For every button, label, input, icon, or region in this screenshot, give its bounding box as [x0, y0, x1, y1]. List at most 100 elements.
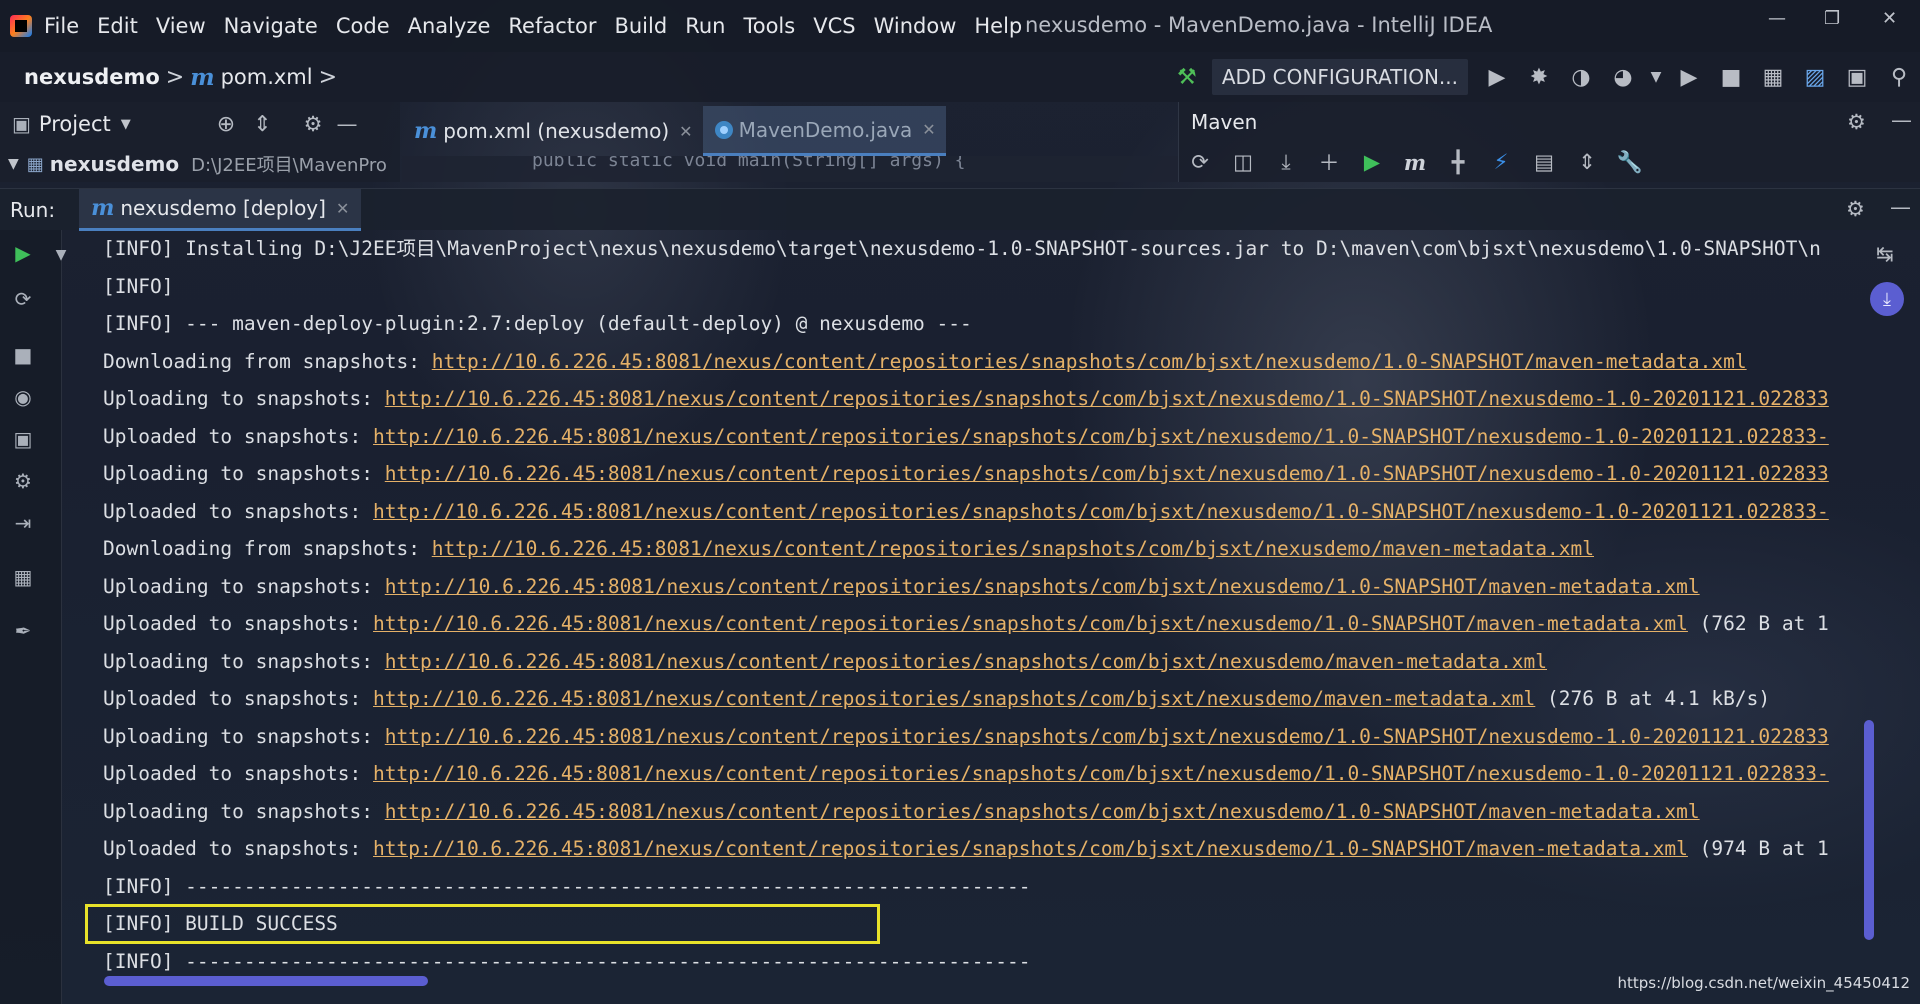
- horizontal-scrollbar[interactable]: [104, 976, 428, 986]
- gear-icon[interactable]: ⚙: [304, 112, 323, 136]
- console-link[interactable]: http://10.6.226.45:8081/nexus/content/re…: [373, 687, 1535, 710]
- console-link[interactable]: http://10.6.226.45:8081/nexus/content/re…: [385, 462, 1829, 485]
- run-tab-nexusdemo-deploy[interactable]: m nexusdemo [deploy] ✕: [79, 188, 362, 231]
- eye-icon[interactable]: ◉: [10, 384, 36, 410]
- download-icon[interactable]: ⤓: [1267, 145, 1305, 179]
- soft-wrap-icon[interactable]: ↹: [1876, 242, 1894, 266]
- chevron-down-icon[interactable]: ▼: [48, 242, 74, 268]
- menu-help[interactable]: Help: [974, 14, 1022, 38]
- editor-code-peek: public static void main(String[] args) {: [402, 156, 1178, 182]
- console-link[interactable]: http://10.6.226.45:8081/nexus/content/re…: [373, 762, 1829, 785]
- search-icon[interactable]: ⚲: [1881, 59, 1917, 95]
- console-link[interactable]: http://10.6.226.45:8081/nexus/content/re…: [385, 725, 1829, 748]
- restore-icon[interactable]: ❐: [1824, 8, 1840, 29]
- layout-icon[interactable]: ▦: [10, 564, 36, 590]
- console-line: [INFO] Installing D:\J2EE项目\MavenProject…: [90, 230, 1860, 268]
- run-icon[interactable]: ▶: [1353, 145, 1391, 179]
- console-link[interactable]: http://10.6.226.45:8081/nexus/content/re…: [373, 425, 1829, 448]
- hide-icon[interactable]: —: [1890, 195, 1911, 219]
- locate-icon[interactable]: ⊕: [217, 112, 235, 137]
- run-alt-icon[interactable]: ▶: [1671, 59, 1707, 95]
- toggle-offline-icon[interactable]: ╋: [1439, 145, 1477, 179]
- vertical-scrollbar[interactable]: [1864, 720, 1874, 940]
- console-link[interactable]: http://10.6.226.45:8081/nexus/content/re…: [373, 500, 1829, 523]
- menu-analyze[interactable]: Analyze: [408, 14, 491, 38]
- tree-project-name: nexusdemo: [49, 152, 180, 176]
- project-structure-icon[interactable]: ▦: [1755, 59, 1791, 95]
- console-link[interactable]: http://10.6.226.45:8081/nexus/content/re…: [432, 350, 1747, 373]
- gear-icon[interactable]: ⚙: [1846, 197, 1865, 221]
- console-text: [INFO] ---------------------------------…: [103, 949, 1031, 973]
- editor-tab-bar: m pom.xml (nexusdemo) ✕ MavenDemo.java ✕: [402, 102, 1178, 156]
- console-link[interactable]: http://10.6.226.45:8081/nexus/content/re…: [385, 650, 1547, 673]
- tab-mavendemo-java[interactable]: MavenDemo.java ✕: [702, 106, 946, 156]
- collapse-all-icon[interactable]: ⇕: [253, 112, 271, 137]
- login-icon[interactable]: ⇥: [10, 510, 36, 536]
- plus-icon[interactable]: ＋: [1310, 145, 1348, 179]
- close-icon[interactable]: ✕: [679, 122, 692, 141]
- stop-icon[interactable]: ■: [10, 342, 36, 368]
- reload-icon[interactable]: ⟳: [1181, 145, 1219, 179]
- console-link[interactable]: http://10.6.226.45:8081/nexus/content/re…: [373, 612, 1688, 635]
- chevron-down-icon[interactable]: ▼: [121, 117, 131, 132]
- close-icon[interactable]: ✕: [1882, 8, 1897, 29]
- menu-tools[interactable]: Tools: [743, 14, 795, 38]
- rerun-icon[interactable]: ▶: [10, 240, 36, 266]
- gear-icon[interactable]: ⚙: [1847, 110, 1866, 134]
- menu-view[interactable]: View: [156, 14, 206, 38]
- camera-icon[interactable]: ▣: [10, 426, 36, 452]
- breadcrumb-file[interactable]: pom.xml: [221, 65, 313, 89]
- menu-build[interactable]: Build: [614, 14, 667, 38]
- menu-file[interactable]: File: [44, 14, 79, 38]
- terminal-icon[interactable]: ▣: [1839, 59, 1875, 95]
- console-line: Uploading to snapshots: http://10.6.226.…: [90, 718, 1860, 756]
- console-link[interactable]: http://10.6.226.45:8081/nexus/content/re…: [385, 800, 1700, 823]
- console-text: Uploading to snapshots:: [103, 799, 385, 823]
- project-tree-root[interactable]: ▼ ▦ nexusdemo D:\J2EE项目\MavenPro: [0, 146, 400, 182]
- console-line: Uploaded to snapshots: http://10.6.226.4…: [90, 418, 1860, 456]
- rerun-failed-icon[interactable]: ⟳: [10, 286, 36, 312]
- show-dependencies-icon[interactable]: ▤: [1525, 145, 1563, 179]
- menu-window[interactable]: Window: [874, 14, 957, 38]
- menu-navigate[interactable]: Navigate: [224, 14, 318, 38]
- console-text: Uploaded to snapshots:: [103, 687, 374, 710]
- hide-icon[interactable]: —: [1891, 108, 1912, 132]
- console-link[interactable]: http://10.6.226.45:8081/nexus/content/re…: [385, 387, 1829, 410]
- console-link[interactable]: http://10.6.226.45:8081/nexus/content/re…: [373, 837, 1688, 860]
- menu-code[interactable]: Code: [336, 14, 390, 38]
- console-output[interactable]: [INFO] Installing D:\J2EE项目\MavenProject…: [90, 230, 1860, 990]
- console-link[interactable]: http://10.6.226.45:8081/nexus/content/re…: [432, 537, 1594, 560]
- maven-goal-icon[interactable]: m: [1396, 145, 1434, 179]
- menu-refactor[interactable]: Refactor: [508, 14, 596, 38]
- menu-vcs[interactable]: VCS: [813, 14, 855, 38]
- stop-icon[interactable]: ■: [1713, 59, 1749, 95]
- close-icon[interactable]: ✕: [922, 120, 935, 139]
- add-project-icon[interactable]: ◫: [1224, 145, 1262, 179]
- chevron-down-icon[interactable]: ▼: [1647, 59, 1665, 95]
- profile-icon[interactable]: ◕: [1605, 59, 1641, 95]
- wrench-icon[interactable]: 🔧: [1611, 145, 1649, 179]
- console-link[interactable]: http://10.6.226.45:8081/nexus/content/re…: [385, 575, 1700, 598]
- tab-pom-xml[interactable]: m pom.xml (nexusdemo) ✕: [402, 106, 703, 156]
- hammer-icon[interactable]: ⚒: [1169, 59, 1205, 95]
- maven-panel: Maven ⚙ — ⟳ ◫ ⤓ ＋ ▶ m ╋ ⚡ ▤ ⇕ 🔧: [1178, 102, 1920, 182]
- close-icon[interactable]: ✕: [336, 199, 349, 218]
- console-line: Uploaded to snapshots: http://10.6.226.4…: [90, 493, 1860, 531]
- hide-icon[interactable]: —: [336, 112, 357, 136]
- debug-icon[interactable]: ✸: [1521, 59, 1557, 95]
- collapse-all-icon[interactable]: ⇕: [1568, 145, 1606, 179]
- translate-icon[interactable]: ▨: [1797, 59, 1833, 95]
- chevron-down-icon[interactable]: ▼: [8, 156, 19, 172]
- settings-icon[interactable]: ⚙: [10, 468, 36, 494]
- pin-icon[interactable]: ✒: [10, 618, 36, 644]
- skip-tests-icon[interactable]: ⚡: [1482, 145, 1520, 179]
- breadcrumb-project[interactable]: nexusdemo: [24, 65, 160, 89]
- coverage-icon[interactable]: ◑: [1563, 59, 1599, 95]
- menu-run[interactable]: Run: [685, 14, 725, 38]
- run-icon[interactable]: ▶: [1479, 59, 1515, 95]
- add-configuration-button[interactable]: ADD CONFIGURATION...: [1211, 59, 1468, 95]
- project-view-selector[interactable]: Project: [39, 112, 111, 136]
- minimize-icon[interactable]: —: [1768, 8, 1786, 29]
- menu-edit[interactable]: Edit: [97, 14, 138, 38]
- scroll-to-end-icon[interactable]: ⤓: [1870, 282, 1904, 316]
